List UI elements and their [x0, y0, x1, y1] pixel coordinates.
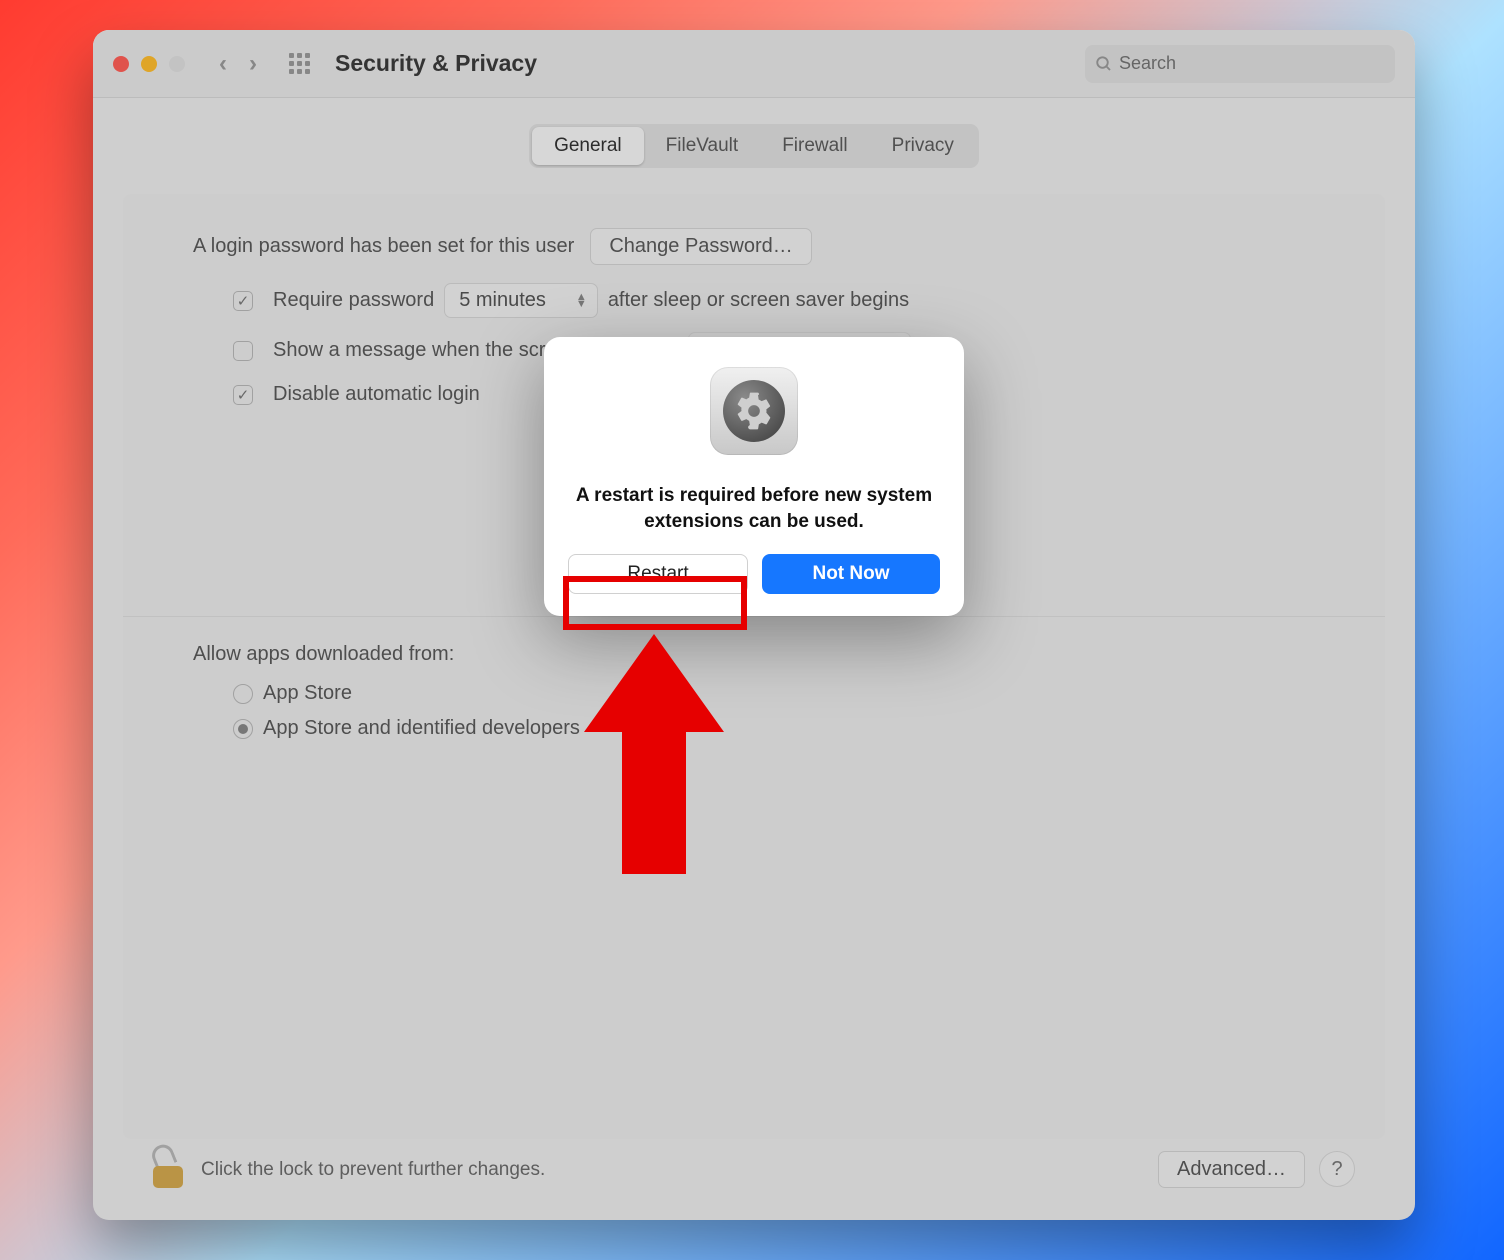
window-controls	[113, 56, 185, 72]
show-all-icon[interactable]	[289, 53, 311, 75]
restart-dialog: A restart is required before new system …	[544, 337, 964, 616]
content: General FileVault Firewall Privacy A log…	[93, 98, 1415, 1220]
disable-autologin-label: Disable automatic login	[273, 383, 480, 406]
annotation-highlight-box	[563, 576, 747, 630]
preferences-window: ‹ › Security & Privacy General FileVault…	[93, 30, 1415, 1220]
tab-firewall[interactable]: Firewall	[760, 127, 869, 165]
search-field[interactable]	[1085, 45, 1395, 83]
zoom-window-button[interactable]	[169, 56, 185, 72]
require-delay-dropdown[interactable]: 5 minutes ▲▼	[444, 283, 598, 318]
minimize-window-button[interactable]	[141, 56, 157, 72]
divider	[123, 616, 1385, 617]
annotation-arrow-icon	[584, 634, 724, 874]
tab-filevault[interactable]: FileVault	[644, 127, 761, 165]
tab-general[interactable]: General	[532, 127, 644, 165]
system-preferences-icon	[710, 367, 798, 455]
footer: Click the lock to prevent further change…	[123, 1139, 1385, 1206]
forward-button[interactable]: ›	[243, 54, 263, 74]
tab-privacy[interactable]: Privacy	[870, 127, 976, 165]
require-password-post: after sleep or screen saver begins	[608, 289, 909, 312]
window-title: Security & Privacy	[335, 50, 537, 77]
nav-buttons: ‹ ›	[213, 54, 263, 74]
show-message-checkbox[interactable]	[233, 341, 253, 361]
help-button[interactable]: ?	[1319, 1151, 1355, 1187]
radio-app-store-label: App Store	[263, 682, 352, 705]
advanced-button[interactable]: Advanced…	[1158, 1151, 1305, 1188]
lock-text: Click the lock to prevent further change…	[201, 1159, 545, 1181]
search-icon	[1095, 55, 1113, 73]
dialog-message: A restart is required before new system …	[568, 483, 940, 534]
close-window-button[interactable]	[113, 56, 129, 72]
require-delay-value: 5 minutes	[459, 289, 546, 312]
allow-apps-heading: Allow apps downloaded from:	[193, 643, 454, 666]
require-password-pre: Require password	[273, 289, 434, 312]
search-input[interactable]	[1119, 53, 1385, 74]
tabs: General FileVault Firewall Privacy	[123, 124, 1385, 168]
not-now-button[interactable]: Not Now	[762, 554, 940, 594]
radio-identified-label: App Store and identified developers	[263, 717, 580, 740]
radio-identified-developers[interactable]	[233, 719, 253, 739]
require-password-checkbox[interactable]	[233, 291, 253, 311]
toolbar: ‹ › Security & Privacy	[93, 30, 1415, 98]
segmented-control: General FileVault Firewall Privacy	[529, 124, 979, 168]
chevron-updown-icon: ▲▼	[576, 294, 587, 308]
password-set-text: A login password has been set for this u…	[193, 235, 574, 258]
general-pane: A login password has been set for this u…	[123, 194, 1385, 1139]
lock-icon[interactable]	[153, 1152, 183, 1188]
disable-autologin-checkbox[interactable]	[233, 385, 253, 405]
radio-app-store[interactable]	[233, 684, 253, 704]
back-button[interactable]: ‹	[213, 54, 233, 74]
change-password-button[interactable]: Change Password…	[590, 228, 811, 265]
